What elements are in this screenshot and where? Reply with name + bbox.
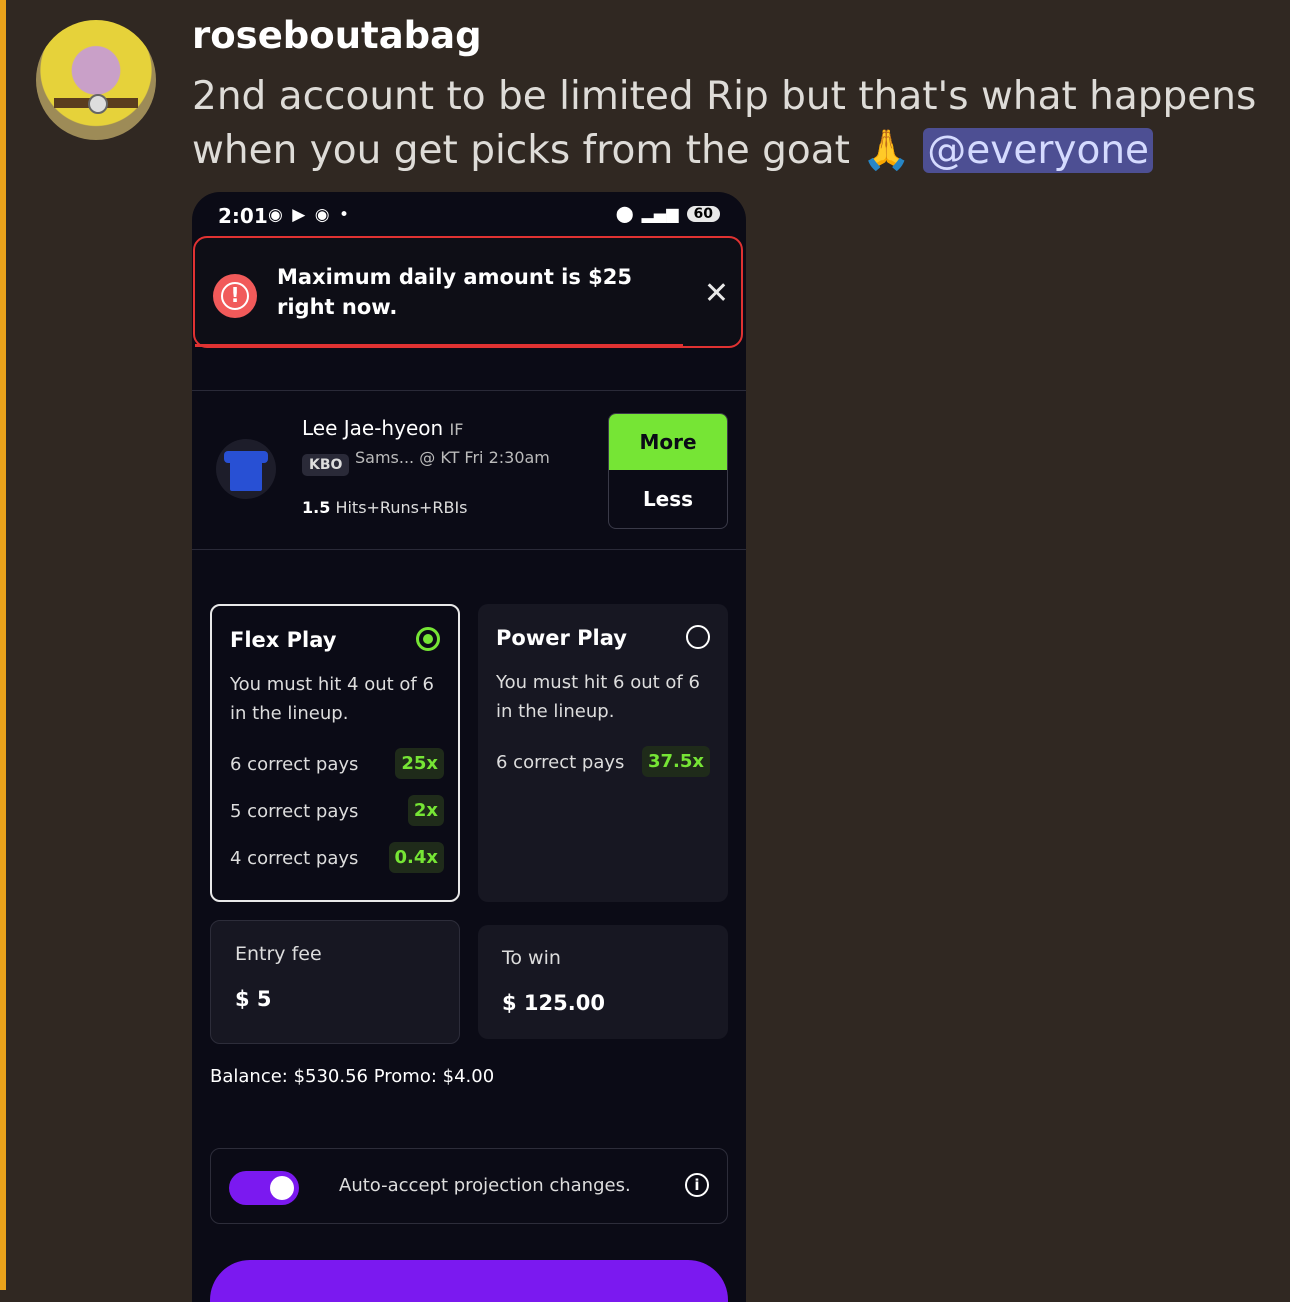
power-play-radio[interactable] bbox=[686, 625, 710, 649]
notification-icons: ◉ ▶ ◉ • bbox=[268, 205, 351, 225]
flex-play-title: Flex Play bbox=[230, 628, 337, 652]
payout-label: 5 correct pays bbox=[230, 801, 359, 822]
payout-multiplier: 2x bbox=[407, 795, 444, 826]
player-name-text: Lee Jae-hyeon bbox=[302, 416, 444, 440]
power-play-title: Power Play bbox=[496, 626, 627, 650]
limit-alert-toast: ! Maximum daily amount is $25 right now.… bbox=[193, 236, 743, 348]
payout-multiplier: 25x bbox=[395, 748, 444, 779]
message-text: 2nd account to be limited Rip but that's… bbox=[192, 70, 1272, 178]
divider bbox=[192, 549, 746, 550]
alert-icon: ! bbox=[213, 274, 257, 318]
flex-play-radio[interactable] bbox=[416, 627, 440, 651]
message-highlight-bar bbox=[0, 0, 6, 1290]
screenshot-attachment[interactable]: 2:01 ◉ ▶ ◉ • ⬤ ▂▄▆ 60 ! Maximum daily am… bbox=[192, 192, 746, 1302]
less-button[interactable]: Less bbox=[609, 470, 727, 528]
projection-stat: Hits+Runs+RBIs bbox=[335, 498, 468, 517]
power-play-description: You must hit 6 out of 6 in the lineup. bbox=[496, 672, 700, 722]
to-win-label: To win bbox=[502, 947, 561, 969]
entry-fee-value: $ 5 bbox=[235, 987, 272, 1011]
balance-text: Balance: $530.56 Promo: $4.00 bbox=[210, 1066, 495, 1087]
player-position: IF bbox=[449, 420, 464, 439]
payout-multiplier: 37.5x bbox=[641, 746, 710, 777]
to-win-box: To win $ 125.00 bbox=[478, 925, 728, 1039]
player-jersey-image bbox=[216, 439, 276, 499]
toast-progress-bar bbox=[195, 344, 683, 347]
everyone-mention[interactable]: @everyone bbox=[923, 128, 1154, 173]
flex-play-description: You must hit 4 out of 6 in the lineup. bbox=[230, 674, 434, 724]
divider bbox=[192, 390, 746, 391]
payout-label: 6 correct pays bbox=[230, 754, 359, 775]
projection-value: 1.5 bbox=[302, 498, 331, 517]
projection-line: 1.5 Hits+Runs+RBIs bbox=[302, 498, 468, 517]
payout-multiplier: 0.4x bbox=[388, 842, 444, 873]
signal-icon: ▂▄▆ bbox=[641, 204, 679, 223]
player-name[interactable]: Lee Jae-hyeon IF bbox=[302, 416, 463, 440]
power-play-card[interactable]: Power Play You must hit 6 out of 6 in th… bbox=[478, 604, 728, 902]
to-win-value: $ 125.00 bbox=[502, 991, 605, 1015]
info-icon[interactable]: i bbox=[685, 1173, 709, 1197]
entry-fee-label: Entry fee bbox=[235, 943, 322, 965]
close-icon[interactable]: ✕ bbox=[704, 276, 729, 311]
alert-message: Maximum daily amount is $25 right now. bbox=[277, 265, 633, 319]
status-right-icons: ⬤ ▂▄▆ 60 bbox=[616, 204, 720, 223]
auto-accept-label: Auto-accept projection changes. bbox=[339, 1175, 631, 1196]
payout-label: 4 correct pays bbox=[230, 848, 359, 869]
username[interactable]: roseboutabag bbox=[192, 14, 482, 57]
location-icon: ⬤ bbox=[615, 204, 634, 223]
game-matchup: Sams... @ KT Fri 2:30am bbox=[355, 448, 550, 467]
battery-icon: 60 bbox=[686, 205, 720, 222]
more-button[interactable]: More bbox=[609, 414, 727, 470]
league-badge: KBO bbox=[302, 454, 350, 476]
auto-accept-toggle[interactable] bbox=[229, 1171, 299, 1205]
phone-status-bar: 2:01 ◉ ▶ ◉ • ⬤ ▂▄▆ 60 bbox=[192, 192, 746, 240]
flex-play-card[interactable]: Flex Play You must hit 4 out of 6 in the… bbox=[210, 604, 460, 902]
auto-accept-row: Auto-accept projection changes. i bbox=[210, 1148, 728, 1224]
entry-fee-field[interactable]: Entry fee $ 5 bbox=[210, 920, 460, 1044]
submit-lineup-button[interactable] bbox=[210, 1260, 728, 1302]
user-avatar[interactable] bbox=[36, 20, 156, 140]
payout-label: 6 correct pays bbox=[496, 752, 625, 773]
avatar-buckle bbox=[88, 94, 108, 114]
status-time: 2:01 bbox=[218, 204, 268, 228]
more-less-selector: More Less bbox=[608, 413, 728, 529]
